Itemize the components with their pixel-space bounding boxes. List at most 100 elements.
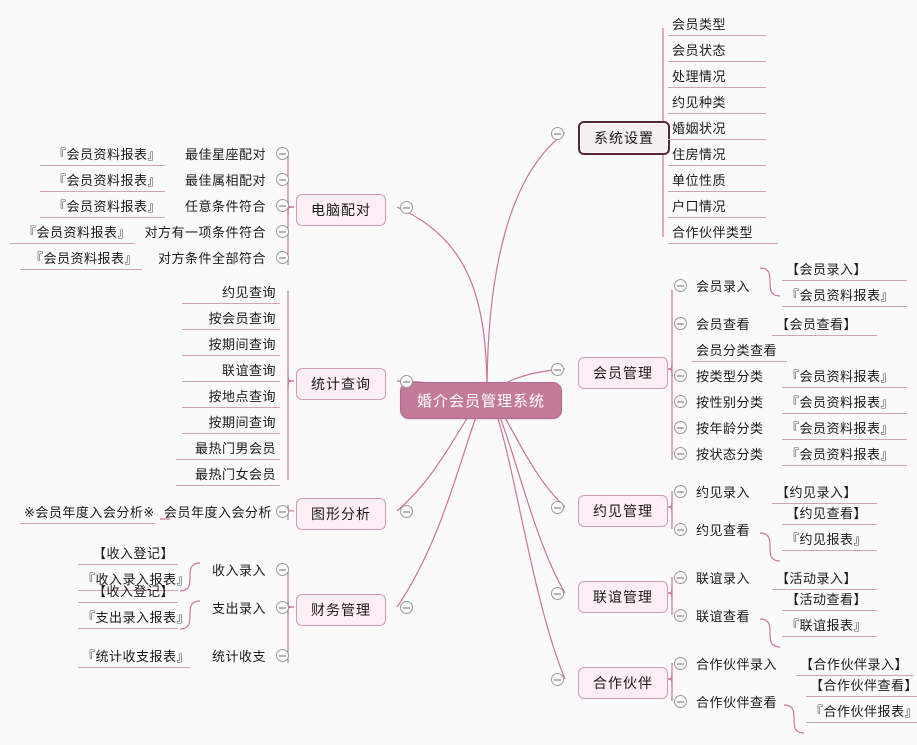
leaf-system-settings-5[interactable]: 住房情况 (668, 143, 766, 166)
toggle-best-zodiac[interactable] (276, 147, 289, 160)
leaf-by-age-child-0[interactable]: 『会员资料报表』 (782, 417, 907, 440)
leaf-income-entry-child-0[interactable]: 【收入登记】 (78, 542, 178, 565)
leaf-best-zodiac[interactable]: 最佳星座配对 (170, 143, 270, 165)
branch-member-management[interactable]: 会员管理 (578, 357, 668, 389)
leaf-best-zodiac-child-0[interactable]: 『会员资料报表』 (40, 143, 165, 166)
toggle-appointment-management[interactable] (551, 501, 564, 514)
leaf-income-entry[interactable]: 收入录入 (200, 559, 270, 581)
branch-finance-management[interactable]: 财务管理 (296, 594, 386, 626)
leaf-social-view-child-1[interactable]: 『联谊报表』 (782, 614, 877, 637)
toggle-income-entry[interactable] (276, 563, 289, 576)
leaf-system-settings-2[interactable]: 处理情况 (668, 65, 766, 88)
toggle-one-condition-match[interactable] (276, 225, 289, 238)
leaf-expense-entry-child-1[interactable]: 『支出录入报表』 (78, 606, 190, 629)
toggle-social-view[interactable] (674, 609, 687, 622)
leaf-all-condition-match[interactable]: 对方条件全部符合 (145, 247, 270, 269)
leaf-system-settings-0[interactable]: 会员类型 (668, 13, 766, 36)
leaf-any-condition[interactable]: 任意条件符合 (170, 195, 270, 217)
toggle-all-condition-match[interactable] (276, 251, 289, 264)
toggle-member-entry[interactable] (674, 279, 687, 292)
toggle-member-management[interactable] (551, 363, 564, 376)
leaf-expense-entry[interactable]: 支出录入 (200, 597, 270, 619)
leaf-expense-entry-child-0[interactable]: 【收入登记】 (78, 580, 178, 603)
leaf-member-entry[interactable]: 会员录入 (692, 275, 754, 297)
leaf-statistics-query-5[interactable]: 按期间查询 (182, 411, 280, 434)
leaf-member-view-child-0[interactable]: 【会员查看】 (772, 313, 877, 336)
branch-statistics-query[interactable]: 统计查询 (296, 368, 386, 400)
leaf-system-settings-3[interactable]: 约见种类 (668, 91, 766, 114)
leaf-one-condition-match-child-0[interactable]: 『会员资料报表』 (10, 221, 135, 244)
leaf-social-view-child-0[interactable]: 【活动查看】 (782, 588, 877, 611)
leaf-annual-join-analysis[interactable]: 会员年度入会分析 (160, 501, 272, 523)
leaf-system-settings-4[interactable]: 婚姻状况 (668, 117, 766, 140)
leaf-partner-view-child-1[interactable]: 『合作伙伴报表』 (806, 700, 917, 723)
leaf-appointment-view-child-0[interactable]: 【约见查看】 (782, 502, 877, 525)
leaf-all-condition-match-child-0[interactable]: 『会员资料报表』 (20, 247, 142, 270)
leaf-statistics-query-1[interactable]: 按会员查询 (182, 307, 280, 330)
branch-graphic-analysis[interactable]: 图形分析 (296, 498, 386, 530)
leaf-by-gender[interactable]: 按性别分类 (692, 391, 768, 413)
toggle-computer-matching[interactable] (400, 201, 413, 214)
toggle-any-condition[interactable] (276, 199, 289, 212)
branch-social-management[interactable]: 联谊管理 (578, 581, 668, 613)
leaf-statistics-query-4[interactable]: 按地点查询 (182, 385, 280, 408)
toggle-partner-view[interactable] (674, 695, 687, 708)
leaf-by-type-child-0[interactable]: 『会员资料报表』 (782, 365, 907, 388)
leaf-by-type[interactable]: 按类型分类 (692, 365, 768, 387)
toggle-best-chinese-zodiac[interactable] (276, 173, 289, 186)
branch-appointment-management[interactable]: 约见管理 (578, 495, 668, 527)
leaf-member-category-view[interactable]: 会员分类查看 (692, 339, 787, 362)
toggle-partner-management[interactable] (551, 673, 564, 686)
leaf-statistics-query-7[interactable]: 最热门女会员 (176, 463, 280, 486)
leaf-statistics-query-2[interactable]: 按期间查询 (182, 333, 280, 356)
root-node[interactable]: 婚介会员管理系统 (400, 382, 563, 419)
leaf-social-entry[interactable]: 联谊录入 (692, 567, 754, 589)
leaf-statistics-query-0[interactable]: 约见查询 (182, 281, 280, 304)
toggle-partner-entry[interactable] (674, 657, 687, 670)
toggle-appointment-view[interactable] (674, 523, 687, 536)
leaf-appointment-view-child-1[interactable]: 『约见报表』 (782, 528, 877, 551)
leaf-system-settings-1[interactable]: 会员状态 (668, 39, 766, 62)
leaf-annual-join-analysis-child-0[interactable]: ※会员年度入会分析※ (20, 501, 155, 524)
toggle-finance-management[interactable] (400, 601, 413, 614)
leaf-system-settings-6[interactable]: 单位性质 (668, 169, 766, 192)
toggle-statistics-query[interactable] (400, 375, 413, 388)
leaf-member-entry-child-1[interactable]: 『会员资料报表』 (782, 284, 907, 307)
toggle-appointment-entry[interactable] (674, 485, 687, 498)
leaf-by-gender-child-0[interactable]: 『会员资料报表』 (782, 391, 907, 414)
toggle-member-view[interactable] (674, 317, 687, 330)
toggle-by-status[interactable] (674, 447, 687, 460)
leaf-appointment-view[interactable]: 约见查看 (692, 519, 754, 541)
branch-partner-management[interactable]: 合作伙伴 (578, 667, 668, 699)
toggle-by-age[interactable] (674, 421, 687, 434)
toggle-by-gender[interactable] (674, 395, 687, 408)
branch-computer-matching[interactable]: 电脑配对 (296, 194, 386, 226)
leaf-best-chinese-zodiac-child-0[interactable]: 『会员资料报表』 (40, 169, 165, 192)
toggle-income-expense-statistics[interactable] (276, 649, 289, 662)
leaf-by-age[interactable]: 按年龄分类 (692, 417, 768, 439)
branch-system-settings[interactable]: 系统设置 (578, 121, 670, 155)
leaf-partner-view-child-0[interactable]: 【合作伙伴查看】 (806, 674, 917, 697)
leaf-income-expense-statistics[interactable]: 统计收支 (200, 645, 270, 667)
leaf-system-settings-7[interactable]: 户口情况 (668, 195, 766, 218)
toggle-by-type[interactable] (674, 369, 687, 382)
leaf-social-entry-child-0[interactable]: 【活动录入】 (772, 567, 877, 590)
leaf-social-view[interactable]: 联谊查看 (692, 605, 754, 627)
leaf-one-condition-match[interactable]: 对方有一项条件符合 (140, 221, 270, 243)
toggle-social-entry[interactable] (674, 571, 687, 584)
leaf-appointment-entry-child-0[interactable]: 【约见录入】 (772, 481, 877, 504)
leaf-partner-entry[interactable]: 合作伙伴录入 (692, 653, 781, 675)
leaf-statistics-query-6[interactable]: 最热门男会员 (176, 437, 280, 460)
toggle-annual-join-analysis[interactable] (276, 505, 289, 518)
leaf-any-condition-child-0[interactable]: 『会员资料报表』 (40, 195, 165, 218)
leaf-by-status-child-0[interactable]: 『会员资料报表』 (782, 443, 907, 466)
leaf-member-view[interactable]: 会员查看 (692, 313, 754, 335)
leaf-statistics-query-3[interactable]: 联谊查询 (182, 359, 280, 382)
leaf-system-settings-8[interactable]: 合作伙伴类型 (668, 221, 778, 244)
leaf-member-entry-child-0[interactable]: 【会员录入】 (782, 258, 907, 281)
leaf-by-status[interactable]: 按状态分类 (692, 443, 768, 465)
toggle-expense-entry[interactable] (276, 601, 289, 614)
leaf-best-chinese-zodiac[interactable]: 最佳属相配对 (170, 169, 270, 191)
leaf-partner-view[interactable]: 合作伙伴查看 (692, 691, 781, 713)
toggle-social-management[interactable] (551, 587, 564, 600)
